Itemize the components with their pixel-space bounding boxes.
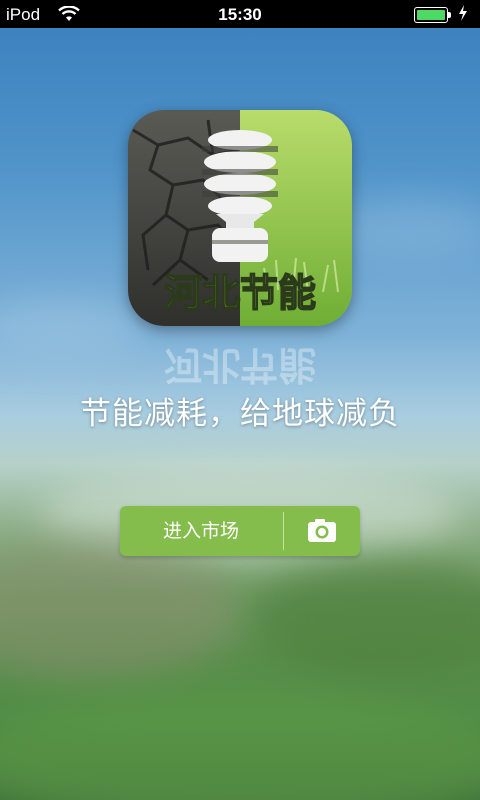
- splash-screen: iPod 15:30 河北节能 河北节能 节能减耗，给地球减负 进入市场: [0, 0, 480, 800]
- camera-icon: [308, 519, 336, 542]
- action-button-group: 进入市场: [120, 506, 360, 556]
- app-logo-reflection-text: 河北节能: [164, 343, 316, 387]
- background-road: [0, 540, 240, 680]
- tagline: 节能减耗，给地球减负: [80, 396, 400, 432]
- charging-bolt-icon: [458, 5, 468, 26]
- app-logo-text: 河北节能: [164, 271, 316, 315]
- enter-market-button[interactable]: 进入市场: [120, 506, 282, 556]
- background-grass: [0, 690, 480, 800]
- battery-icon: [414, 7, 451, 23]
- app-logo-reflection: 河北节能: [128, 328, 352, 388]
- background-cloud: [0, 300, 140, 360]
- energy-saving-bulb-icon: 河北节能: [128, 110, 352, 326]
- clock: 15:30: [218, 5, 262, 24]
- background-trees: [250, 560, 480, 680]
- status-bar: iPod 15:30: [0, 0, 480, 28]
- app-logo: 河北节能: [128, 110, 352, 326]
- camera-button[interactable]: [284, 506, 360, 556]
- background-cloud: [330, 200, 480, 260]
